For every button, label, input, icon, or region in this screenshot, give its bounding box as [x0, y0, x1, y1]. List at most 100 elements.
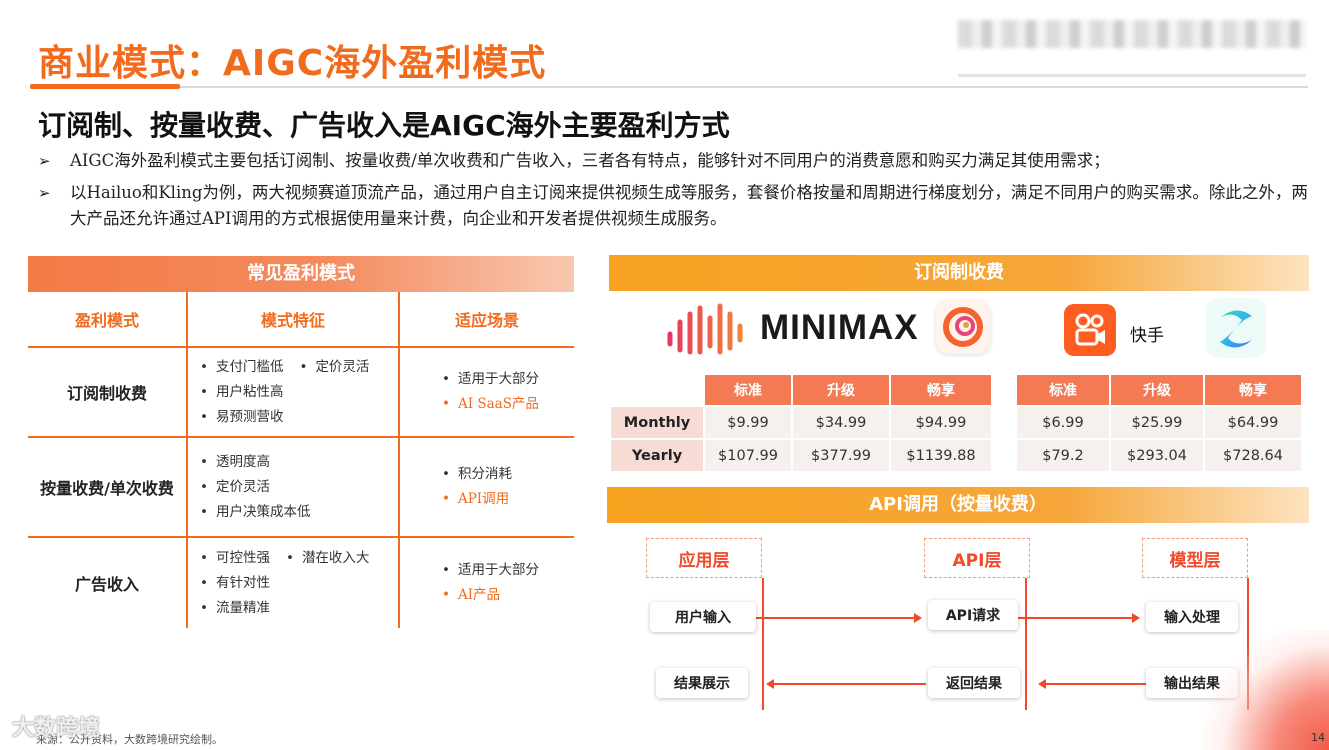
step-input-processing: 输入处理 — [1146, 602, 1238, 632]
feature-list: 支付门槛低定价灵活 用户粘性高 易预测营收 — [200, 355, 385, 430]
summary-bullets: ➢ AIGC海外盈利模式主要包括订阅制、按量收费/单次收费和广告收入，三者各有特… — [38, 148, 1308, 238]
model-name: 按量收费/单次收费 — [28, 438, 188, 536]
table-header-row: 盈利模式 模式特征 适应场景 — [28, 292, 574, 348]
summary-bullet: ➢ AIGC海外盈利模式主要包括订阅制、按量收费/单次收费和广告收入，三者各有特… — [38, 148, 1308, 174]
lifeline-application — [762, 578, 764, 710]
arrow-left-icon — [1038, 678, 1046, 689]
step-result-display: 结果展示 — [656, 668, 748, 698]
feature-cell: 透明度高 定价灵活 用户决策成本低 — [188, 438, 400, 536]
corner-decoration — [1199, 630, 1329, 750]
kling-pricing-table: 标准 升级 畅享 $6.99 $25.99 $64.99 $79.2 $293.… — [1015, 373, 1303, 473]
price-cell: $79.2 — [1017, 440, 1109, 471]
minimax-logo-text: MINIMAX — [760, 308, 919, 347]
blurred-brand-line — [958, 74, 1306, 77]
scene-list: 积分消耗 API调用 — [442, 462, 512, 512]
price-cell: $1139.88 — [891, 440, 991, 471]
price-cell: $64.99 — [1205, 407, 1301, 438]
layer-model: 模型层 — [1142, 538, 1248, 578]
page-number: 14 — [1311, 731, 1325, 744]
row-label-yearly: Yearly — [611, 440, 703, 471]
scene-item-highlight: API调用 — [442, 487, 512, 512]
title-divider — [30, 86, 1308, 88]
scene-item: 适用于大部分 — [442, 367, 539, 392]
feature-item: 定价灵活 — [200, 475, 270, 500]
scene-cell: 积分消耗 API调用 — [400, 438, 574, 536]
blurred-brand-logo — [958, 20, 1306, 48]
title-divider-accent — [30, 84, 180, 89]
minimax-wave-icon — [667, 303, 743, 355]
feature-item: 可控性强 — [200, 546, 270, 571]
tier-header: 升级 — [793, 375, 889, 405]
feature-item: 透明度高 — [200, 450, 270, 475]
minimax-pricing-table: 标准 升级 畅享 Monthly $9.99 $34.99 $94.99 Yea… — [609, 373, 993, 473]
summary-bullet-text: AIGC海外盈利模式主要包括订阅制、按量收费/单次收费和广告收入，三者各有特点，… — [70, 151, 1110, 170]
feature-item: 用户粘性高 — [200, 380, 284, 405]
page-subtitle: 订阅制、按量收费、广告收入是AIGC海外主要盈利方式 — [38, 109, 730, 142]
scene-item: 积分消耗 — [442, 462, 512, 487]
feature-item: 潜在收入大 — [286, 546, 370, 571]
feature-item: 流量精准 — [200, 596, 270, 621]
api-section-title: API调用（按量收费） — [607, 487, 1309, 523]
feature-cell: 支付门槛低定价灵活 用户粘性高 易预测营收 — [188, 348, 400, 436]
flow-arrow-process — [1018, 617, 1136, 619]
lifeline-api — [1025, 578, 1027, 710]
summary-bullet-text: 以Hailuo和Kling为例，两大视频赛道顶流产品，通过用户自主订阅来提供视频… — [70, 183, 1308, 228]
step-user-input: 用户输入 — [650, 602, 756, 632]
scene-item: 适用于大部分 — [442, 558, 539, 583]
feature-item: 易预测营收 — [200, 405, 284, 430]
scene-cell: 适用于大部分 AI产品 — [400, 538, 574, 628]
price-cell: $293.04 — [1111, 440, 1203, 471]
feature-item: 用户决策成本低 — [200, 500, 311, 525]
flow-arrow-return — [1044, 683, 1146, 685]
price-cell: $728.64 — [1205, 440, 1301, 471]
arrow-left-icon — [766, 678, 774, 689]
feature-item: 定价灵活 — [299, 355, 369, 380]
column-header-features: 模式特征 — [188, 292, 400, 346]
table-row: 广告收入 可控性强潜在收入大 有针对性 流量精准 适用于大部分 AI产品 — [28, 538, 574, 628]
feature-item: 有针对性 — [200, 571, 270, 596]
price-cell: $25.99 — [1111, 407, 1203, 438]
price-cell: $107.99 — [705, 440, 791, 471]
kuaishou-app-icon — [1064, 304, 1116, 356]
price-cell: $6.99 — [1017, 407, 1109, 438]
table-row: 按量收费/单次收费 透明度高 定价灵活 用户决策成本低 积分消耗 API调用 — [28, 438, 574, 538]
arrow-bullet-icon: ➢ — [38, 152, 51, 170]
feature-cell: 可控性强潜在收入大 有针对性 流量精准 — [188, 538, 400, 628]
model-name: 订阅制收费 — [28, 348, 188, 436]
table-row: 订阅制收费 支付门槛低定价灵活 用户粘性高 易预测营收 适用于大部分 AI Sa… — [28, 348, 574, 438]
layer-application: 应用层 — [646, 538, 762, 578]
flow-arrow-request — [756, 617, 918, 619]
price-cell: $377.99 — [793, 440, 889, 471]
price-cell: $94.99 — [891, 407, 991, 438]
tier-header: 标准 — [1017, 375, 1109, 405]
feature-list: 可控性强潜在收入大 有针对性 流量精准 — [200, 546, 385, 621]
profit-models-table-title: 常见盈利模式 — [28, 256, 574, 292]
pricing-corner-cell — [611, 375, 703, 405]
hailuo-app-icon — [936, 300, 990, 354]
scene-cell: 适用于大部分 AI SaaS产品 — [400, 348, 574, 436]
scene-list: 适用于大部分 AI SaaS产品 — [442, 367, 539, 417]
profit-models-table: 盈利模式 模式特征 适应场景 订阅制收费 支付门槛低定价灵活 用户粘性高 易预测… — [28, 292, 574, 628]
row-label-monthly: Monthly — [611, 407, 703, 438]
price-cell: $34.99 — [793, 407, 889, 438]
scene-item-highlight: AI产品 — [442, 583, 539, 608]
step-return-result: 返回结果 — [928, 668, 1020, 698]
arrow-right-icon — [1132, 612, 1140, 623]
watermark: 大数跨境 — [12, 716, 101, 741]
scene-list: 适用于大部分 AI产品 — [442, 558, 539, 608]
subscription-section-title: 订阅制收费 — [609, 255, 1309, 291]
column-header-scene: 适应场景 — [454, 311, 519, 330]
tier-header: 升级 — [1111, 375, 1203, 405]
page-title: 商业模式：AIGC海外盈利模式 — [38, 43, 547, 84]
arrow-right-icon — [914, 612, 922, 623]
flow-arrow-display — [772, 683, 926, 685]
feature-item: 支付门槛低 — [200, 355, 284, 380]
scene-item-highlight: AI SaaS产品 — [442, 392, 539, 417]
arrow-bullet-icon: ➢ — [38, 184, 51, 202]
feature-list: 透明度高 定价灵活 用户决策成本低 — [200, 450, 326, 525]
tier-header: 畅享 — [1205, 375, 1301, 405]
layer-api: API层 — [924, 538, 1030, 578]
column-header-model: 盈利模式 — [28, 292, 188, 346]
kling-app-icon — [1206, 298, 1266, 358]
tier-header: 标准 — [705, 375, 791, 405]
